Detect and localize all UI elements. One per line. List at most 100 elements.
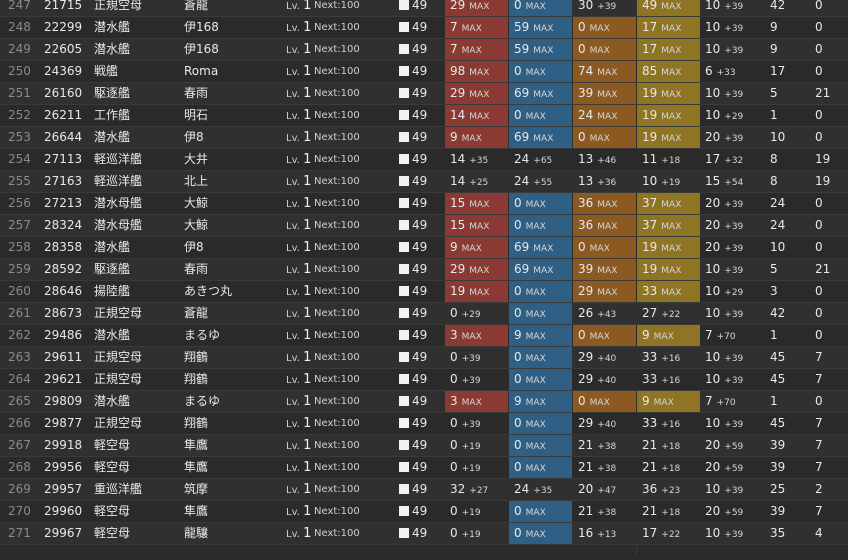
table-row[interactable]: 260 28646 揚陸艦 あきつ丸 Lv. 1 Next:100 49 19 MAX 0 MAX 2… xyxy=(0,281,848,303)
table-row[interactable]: 248 22299 潜水艦 伊168 Lv. 1 Next:100 49 7 MAX 59 MAX 0… xyxy=(0,17,848,39)
torpedo-remaining: MAX xyxy=(525,68,546,78)
firepower-cell: 7 MAX xyxy=(445,39,508,60)
torpedo-remaining: MAX xyxy=(525,464,546,474)
luck-remaining: +39 xyxy=(724,222,744,232)
firepower-remaining: MAX xyxy=(469,112,490,122)
ship-name: Roma xyxy=(184,64,219,78)
table-row[interactable]: 265 29809 潜水艦 まるゆ Lv. 1 Next:100 49 3 MAX 9 MAX 0 MA… xyxy=(0,391,848,413)
table-row[interactable]: 255 27163 軽巡洋艦 北上 Lv. 1 Next:100 49 14 +25 24 +55 1… xyxy=(0,171,848,193)
last-value: 0 xyxy=(815,64,823,78)
table-row[interactable]: 256 27213 潜水母艦 大鯨 Lv. 1 Next:100 49 15 MAX 0 MAX 36… xyxy=(0,193,848,215)
level-value: 1 xyxy=(303,394,312,409)
ship-name: 隼鷹 xyxy=(184,460,209,474)
torpedo-cell: 0 MAX xyxy=(509,193,572,214)
anti-air-cell: 36 MAX xyxy=(573,215,636,236)
table-row[interactable]: 264 29621 正規空母 翔鶴 Lv. 1 Next:100 49 0 +39 0 MAX 29 +… xyxy=(0,369,848,391)
table-row[interactable]: 263 29611 正規空母 翔鶴 Lv. 1 Next:100 49 0 +39 0 MAX 29 +… xyxy=(0,347,848,369)
luck: 10 +39 xyxy=(705,83,743,104)
anti-air-cell: 26 +43 xyxy=(573,303,636,324)
armor-cell: 19 MAX xyxy=(637,259,700,280)
level-value: 1 xyxy=(303,152,312,167)
condition: 49 xyxy=(399,83,427,104)
anti-air-cell: 29 +40 xyxy=(573,347,636,368)
next-exp: Next:100 xyxy=(314,506,360,517)
ship-id: 22605 xyxy=(44,42,83,56)
torpedo-remaining: MAX xyxy=(533,90,554,100)
anti-air-remaining: MAX xyxy=(597,266,618,276)
table-row[interactable]: 261 28673 正規空母 蒼龍 Lv. 1 Next:100 49 0 +29 0 MAX 26 +… xyxy=(0,303,848,325)
condition-value: 49 xyxy=(412,526,428,540)
anti-air-remaining: +47 xyxy=(597,486,617,496)
table-row[interactable]: 270 29960 軽空母 隼鷹 Lv. 1 Next:100 49 0 +19 0 MAX 21 +3… xyxy=(0,501,848,523)
table-row[interactable]: 268 29956 軽空母 隼鷹 Lv. 1 Next:100 49 0 +19 0 MAX 21 +3… xyxy=(0,457,848,479)
next-exp: Next:100 xyxy=(314,396,360,407)
table-row[interactable]: 259 28592 駆逐艦 春雨 Lv. 1 Next:100 49 29 MAX 69 MAX 39… xyxy=(0,259,848,281)
table-row[interactable]: 254 27113 軽巡洋艦 大井 Lv. 1 Next:100 49 14 +35 24 +65 1… xyxy=(0,149,848,171)
torpedo-value: 0 xyxy=(514,416,522,430)
condition-square-icon xyxy=(399,506,409,516)
torpedo-cell: 59 MAX xyxy=(509,17,572,38)
condition: 49 xyxy=(399,0,427,16)
firepower-remaining: MAX xyxy=(461,134,482,144)
firepower-cell: 0 +19 xyxy=(445,523,508,544)
armor-value: 19 xyxy=(642,130,658,144)
row-index: 270 xyxy=(8,504,31,518)
table-row[interactable]: 249 22605 潜水艦 伊168 Lv. 1 Next:100 49 7 MAX 59 MAX 0… xyxy=(0,39,848,61)
firepower-cell: 29 MAX xyxy=(445,259,508,280)
armor-value: 33 xyxy=(642,372,658,386)
condition-value: 49 xyxy=(412,86,428,100)
table-row[interactable]: 251 26160 駆逐艦 春雨 Lv. 1 Next:100 49 29 MAX 69 MAX 39… xyxy=(0,83,848,105)
armor-value: 17 xyxy=(642,526,658,540)
ship-type: 潜水母艦 xyxy=(94,196,143,210)
luck-remaining: +29 xyxy=(724,288,744,298)
armor-value: 19 xyxy=(642,86,658,100)
armor-value: 21 xyxy=(642,504,658,518)
last-value: 19 xyxy=(815,174,831,188)
anti-air-cell: 20 +47 xyxy=(573,479,636,500)
next-exp: Next:100 xyxy=(314,484,360,495)
table-row[interactable]: 253 26644 潜水艦 伊8 Lv. 1 Next:100 49 9 MAX 69 MAX 0 MA… xyxy=(0,127,848,149)
anti-air-cell: 24 MAX xyxy=(573,105,636,126)
firepower-cell: 14 +35 xyxy=(445,149,508,170)
armor-value: 10 xyxy=(642,174,658,188)
table-row[interactable]: 252 26211 工作艦 明石 Lv. 1 Next:100 49 14 MAX 0 MAX 24 M… xyxy=(0,105,848,127)
firepower-remaining: +39 xyxy=(461,354,481,364)
condition-square-icon xyxy=(399,220,409,230)
firepower-cell: 0 +39 xyxy=(445,413,508,434)
anti-air-cell: 74 MAX xyxy=(573,61,636,82)
table-row[interactable]: 266 29877 正規空母 翔鶴 Lv. 1 Next:100 49 0 +39 0 MAX 29 +… xyxy=(0,413,848,435)
next-exp: Next:100 xyxy=(314,154,360,165)
luck: 10 +29 xyxy=(705,281,743,302)
slot-value: 24 xyxy=(770,218,786,232)
torpedo-remaining: MAX xyxy=(525,398,546,408)
anti-air-cell: 30 +39 xyxy=(573,0,636,16)
torpedo-value: 9 xyxy=(514,328,522,342)
luck-remaining: +59 xyxy=(724,464,744,474)
condition-value: 49 xyxy=(412,152,428,166)
table-row[interactable]: 247 21715 正規空母 蒼龍 Lv. 1 Next:100 49 29 MAX 0 MAX 30… xyxy=(0,0,848,17)
condition: 49 xyxy=(399,259,427,280)
table-row[interactable]: 269 29957 重巡洋艦 筑摩 Lv. 1 Next:100 49 32 +27 24 +35 2… xyxy=(0,479,848,501)
ship-id: 26211 xyxy=(44,108,83,122)
armor-value: 17 xyxy=(642,42,658,56)
firepower-cell: 9 MAX xyxy=(445,237,508,258)
table-row[interactable]: 262 29486 潜水艦 まるゆ Lv. 1 Next:100 49 3 MAX 9 MAX 0 MA… xyxy=(0,325,848,347)
table-row[interactable]: 250 24369 戦艦 Roma Lv. 1 Next:100 49 98 MAX 0 MAX 74… xyxy=(0,61,848,83)
next-exp: Next:100 xyxy=(314,418,360,429)
row-index: 263 xyxy=(8,350,31,364)
row-index: 271 xyxy=(8,526,31,540)
table-row[interactable]: 257 28324 潜水母艦 大鯨 Lv. 1 Next:100 49 15 MAX 0 MAX 36… xyxy=(0,215,848,237)
table-row[interactable]: 267 29918 軽空母 隼鷹 Lv. 1 Next:100 49 0 +19 0 MAX 21 +3… xyxy=(0,435,848,457)
luck: 10 +39 xyxy=(705,0,743,16)
ship-id: 29956 xyxy=(44,460,83,474)
table-row[interactable]: 271 29967 軽空母 龍驤 Lv. 1 Next:100 49 0 +19 0 MAX 16 +1… xyxy=(0,523,848,545)
ship-id: 29967 xyxy=(44,526,83,540)
ship-type: 揚陸艦 xyxy=(94,284,131,298)
table-row[interactable]: 258 28358 潜水艦 伊8 Lv. 1 Next:100 49 9 MAX 69 MAX 0 MA… xyxy=(0,237,848,259)
condition-square-icon xyxy=(399,66,409,76)
armor-cell: 33 +16 xyxy=(637,347,700,368)
level: Lv. 1 xyxy=(286,438,312,453)
level-value: 1 xyxy=(303,328,312,343)
luck-value: 10 xyxy=(705,108,721,122)
ship-type: 潜水艦 xyxy=(94,328,131,342)
